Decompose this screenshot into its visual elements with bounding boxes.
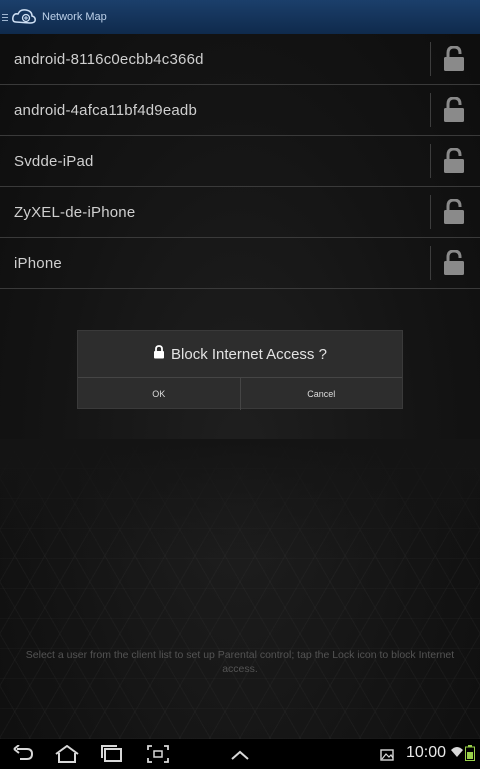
dialog-header: Block Internet Access ? xyxy=(78,331,402,378)
dialog-buttons: OK Cancel xyxy=(78,378,402,410)
back-icon[interactable] xyxy=(12,744,34,768)
up-chevron-icon[interactable] xyxy=(230,748,250,766)
cancel-button[interactable]: Cancel xyxy=(239,378,403,410)
row-divider xyxy=(430,246,431,280)
client-row[interactable]: android-8116c0ecbb4c366d xyxy=(0,34,480,85)
lock-icon[interactable] xyxy=(443,249,465,276)
screenshot-icon[interactable] xyxy=(147,745,169,768)
client-name: android-4afca11bf4d9eadb xyxy=(14,101,198,119)
client-row[interactable]: android-4afca11bf4d9eadb xyxy=(0,85,480,136)
row-divider xyxy=(430,144,431,178)
row-divider xyxy=(430,93,431,127)
lock-icon[interactable] xyxy=(443,45,465,72)
client-name: android-8116c0ecbb4c366d xyxy=(14,50,204,68)
system-navigation-bar: 10:00 xyxy=(0,739,480,769)
app-title: Network Map xyxy=(42,11,107,23)
recent-apps-icon[interactable] xyxy=(101,745,123,768)
lock-icon xyxy=(153,344,165,364)
app-bar: Network Map xyxy=(0,0,480,34)
router-logo-icon[interactable] xyxy=(12,8,36,26)
block-internet-dialog: Block Internet Access ? OK Cancel xyxy=(77,330,403,410)
lock-icon[interactable] xyxy=(443,198,465,225)
client-name: ZyXEL-de-iPhone xyxy=(14,203,136,221)
client-row[interactable]: ZyXEL-de-iPhone xyxy=(0,187,480,238)
hex-background-pattern xyxy=(0,439,480,739)
gallery-icon xyxy=(380,748,394,766)
client-list: android-8116c0ecbb4c366d android-4afca11… xyxy=(0,34,480,289)
row-divider xyxy=(430,195,431,229)
client-row[interactable]: iPhone xyxy=(0,238,480,289)
status-time: 10:00 xyxy=(405,744,446,761)
lock-icon[interactable] xyxy=(443,96,465,123)
lock-icon[interactable] xyxy=(443,147,465,174)
client-name: Svdde-iPad xyxy=(14,152,94,170)
wifi-icon xyxy=(450,745,464,764)
menu-lines-icon[interactable] xyxy=(2,13,8,21)
home-icon[interactable] xyxy=(54,744,80,768)
instruction-text: Select a user from the client list to se… xyxy=(25,649,455,675)
client-name: iPhone xyxy=(14,254,62,272)
row-divider xyxy=(430,42,431,76)
client-row[interactable]: Svdde-iPad xyxy=(0,136,480,187)
battery-icon xyxy=(465,745,475,766)
dialog-title: Block Internet Access ? xyxy=(171,345,327,363)
ok-button[interactable]: OK xyxy=(78,378,240,410)
